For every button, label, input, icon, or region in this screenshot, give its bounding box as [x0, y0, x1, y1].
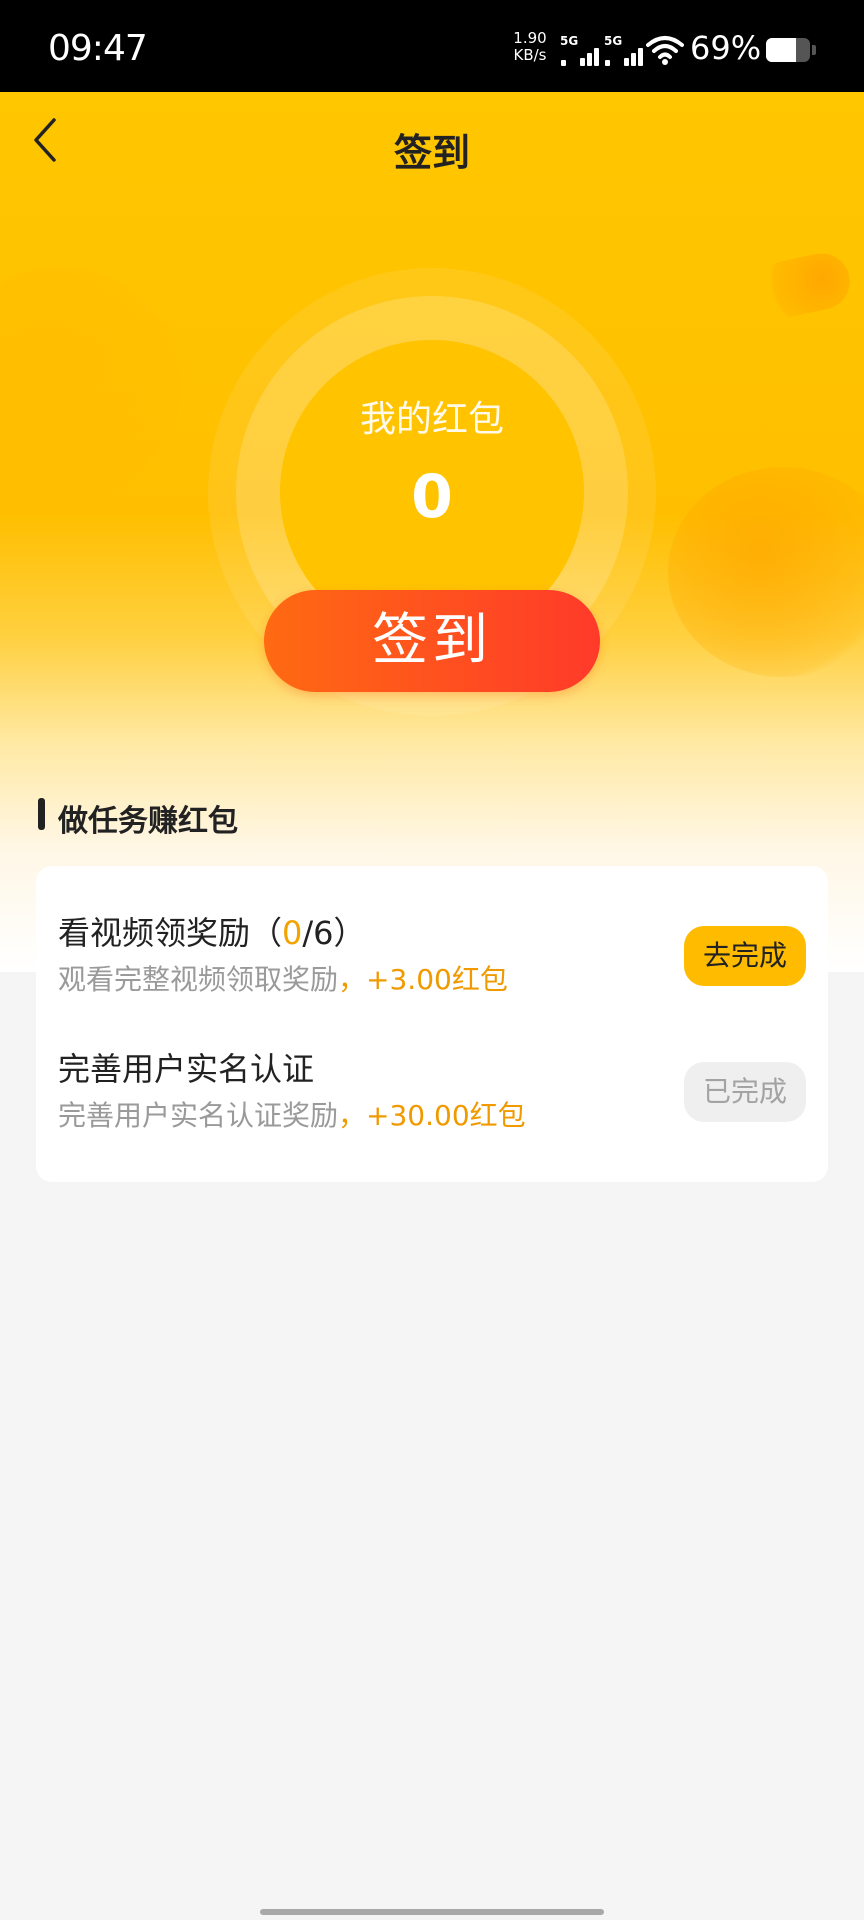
battery-percent: 69%	[690, 29, 762, 67]
network-speed: 1.90 KB/s	[510, 30, 550, 64]
battery-level-fill	[766, 38, 797, 62]
task-title-text: 完善用户实名认证	[58, 1050, 315, 1088]
task-description-text: 观看完整视频领取奖励	[58, 963, 339, 996]
battery-icon	[766, 38, 810, 62]
wallet-amount: 0	[411, 462, 453, 532]
task-progress-current: 0	[282, 914, 303, 952]
section-title: 做任务赚红包	[58, 804, 238, 839]
status-bar: 09:47 1.90 KB/s 5G 5G 69%	[0, 0, 864, 92]
task-title-text: 看视频领奖励（	[58, 914, 283, 952]
page-title: 签到	[393, 131, 470, 175]
cellular-signal-icon: 5G	[604, 34, 644, 66]
completed-button[interactable]: 已完成	[684, 1062, 806, 1122]
signal-type-label: 5G	[560, 34, 579, 48]
wallet-label: 我的红包	[359, 399, 504, 440]
battery-tip	[812, 45, 816, 55]
signal-type-label: 5G	[604, 34, 623, 48]
network-speed-value: 1.90	[513, 29, 547, 47]
section-title-marker	[38, 798, 45, 830]
task-description: 完善用户实名认证奖励，+30.00红包	[58, 1094, 526, 1134]
go-complete-button[interactable]: 去完成	[684, 926, 806, 986]
wifi-icon	[646, 34, 684, 66]
task-progress-total: /6）	[302, 914, 366, 952]
cellular-signal-icon: 5G	[560, 34, 600, 66]
network-speed-unit: KB/s	[513, 46, 547, 64]
task-description-text: 完善用户实名认证奖励	[58, 1099, 339, 1132]
task-description: 观看完整视频领取奖励，+3.00红包	[58, 958, 508, 998]
nav-bar: 签到	[0, 92, 864, 196]
task-item-watch-video: 看视频领奖励（0/6） 观看完整视频领取奖励，+3.00红包 去完成	[36, 896, 828, 1034]
task-card: 看视频领奖励（0/6） 观看完整视频领取奖励，+3.00红包 去完成 完善用户实…	[36, 866, 828, 1182]
home-indicator[interactable]	[260, 1909, 604, 1915]
signin-button[interactable]: 签到	[264, 590, 600, 692]
task-title: 完善用户实名认证	[58, 1044, 314, 1090]
decoration-blob	[755, 248, 855, 322]
task-item-real-name-auth: 完善用户实名认证 完善用户实名认证奖励，+30.00红包 已完成	[36, 1032, 828, 1170]
task-title: 看视频领奖励（0/6）	[58, 908, 366, 954]
status-time: 09:47	[48, 28, 148, 69]
task-reward: ，+3.00红包	[338, 963, 508, 996]
task-reward: ，+30.00红包	[338, 1099, 526, 1132]
